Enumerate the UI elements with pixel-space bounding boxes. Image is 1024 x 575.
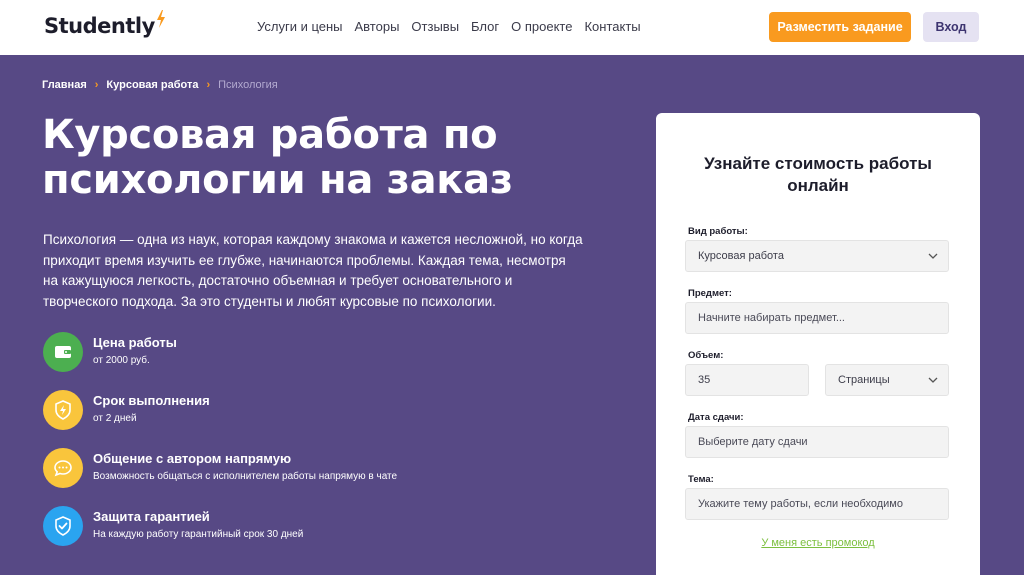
- hero-section: Главная › Курсовая работа › Психология К…: [0, 55, 1024, 575]
- feature-title: Защита гарантией: [93, 509, 210, 524]
- nav-item-services[interactable]: Услуги и цены: [257, 19, 343, 34]
- nav-item-authors[interactable]: Авторы: [355, 19, 400, 34]
- logo-text: Studently: [44, 14, 155, 38]
- price-calculator-card: Узнайте стоимость работы онлайн Вид рабо…: [656, 113, 980, 575]
- feature-subtitle: от 2 дней: [93, 413, 137, 424]
- work-type-select[interactable]: Курсовая работа: [685, 240, 949, 272]
- nav-item-blog[interactable]: Блог: [471, 19, 499, 34]
- deadline-placeholder: Выберите дату сдачи: [698, 436, 808, 448]
- page-title: Курсовая работа по психологии на заказ: [42, 112, 513, 203]
- breadcrumb-coursework[interactable]: Курсовая работа: [106, 79, 198, 91]
- volume-value: 35: [698, 374, 711, 386]
- feature-subtitle: от 2000 руб.: [93, 355, 150, 366]
- nav-item-contacts[interactable]: Контакты: [584, 19, 640, 34]
- feature-deadline: Срок выполнения от 2 дней: [43, 390, 603, 432]
- feature-price: Цена работы от 2000 руб.: [43, 332, 603, 374]
- subject-label: Предмет:: [688, 288, 732, 299]
- place-order-button[interactable]: Разместить задание: [769, 12, 911, 42]
- volume-label: Объем:: [688, 350, 724, 361]
- feature-guarantee: Защита гарантией На каждую работу гарант…: [43, 506, 603, 548]
- volume-input[interactable]: 35: [685, 364, 809, 396]
- breadcrumb: Главная › Курсовая работа › Психология: [42, 79, 278, 91]
- wallet-icon: [43, 332, 83, 372]
- chevron-down-icon: [928, 377, 938, 383]
- login-button[interactable]: Вход: [923, 12, 979, 42]
- work-type-label: Вид работы:: [688, 226, 748, 237]
- main-nav: Услуги и цены Авторы Отзывы Блог О проек…: [257, 19, 653, 34]
- nav-item-reviews[interactable]: Отзывы: [411, 19, 459, 34]
- breadcrumb-home[interactable]: Главная: [42, 79, 87, 91]
- nav-item-about[interactable]: О проекте: [511, 19, 572, 34]
- site-header: Studently Услуги и цены Авторы Отзывы Бл…: [0, 0, 1024, 55]
- breadcrumb-current: Психология: [218, 79, 278, 91]
- chevron-right-icon: ›: [206, 79, 211, 91]
- topic-label: Тема:: [688, 474, 714, 485]
- chevron-right-icon: ›: [94, 79, 99, 91]
- topic-input[interactable]: Укажите тему работы, если необходимо: [685, 488, 949, 520]
- chat-icon: [43, 448, 83, 488]
- feature-title: Срок выполнения: [93, 393, 210, 408]
- deadline-input[interactable]: Выберите дату сдачи: [685, 426, 949, 458]
- feature-title: Цена работы: [93, 335, 177, 350]
- shield-check-icon: [43, 506, 83, 546]
- volume-unit-value: Страницы: [838, 374, 890, 386]
- lightning-icon: [156, 10, 165, 28]
- subject-input[interactable]: Начните набирать предмет...: [685, 302, 949, 334]
- lightning-shield-icon: [43, 390, 83, 430]
- feature-subtitle: Возможность общаться с исполнителем рабо…: [93, 471, 398, 482]
- intro-text: Психология — одна из наук, которая каждо…: [43, 232, 583, 309]
- feature-title: Общение с автором напрямую: [93, 451, 292, 466]
- chevron-down-icon: [928, 253, 938, 259]
- feature-subtitle: На каждую работу гарантийный срок 30 дне…: [93, 529, 304, 540]
- card-title: Узнайте стоимость работы онлайн: [704, 154, 932, 195]
- logo[interactable]: Studently: [44, 10, 165, 38]
- work-type-value: Курсовая работа: [698, 250, 784, 262]
- feature-chat: Общение с автором напрямую Возможность о…: [43, 448, 603, 490]
- deadline-label: Дата сдачи:: [688, 412, 744, 423]
- volume-unit-select[interactable]: Страницы: [825, 364, 949, 396]
- subject-placeholder: Начните набирать предмет...: [698, 312, 845, 324]
- topic-placeholder: Укажите тему работы, если необходимо: [698, 498, 903, 510]
- promo-code-link[interactable]: У меня есть промокод: [656, 537, 980, 549]
